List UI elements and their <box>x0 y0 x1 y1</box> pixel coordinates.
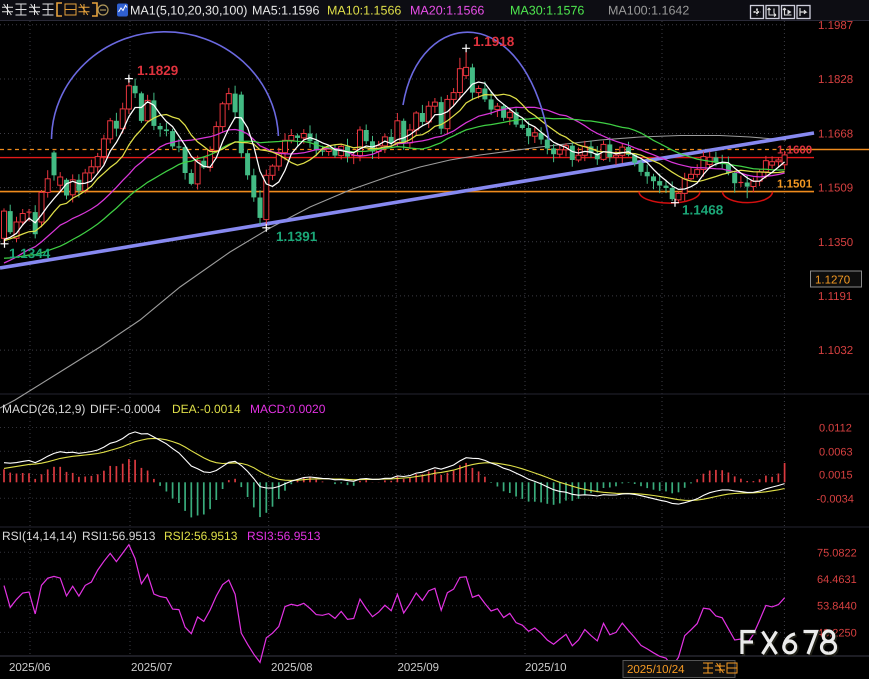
svg-text:75.0822: 75.0822 <box>817 547 857 559</box>
svg-text:MA10:1.1566: MA10:1.1566 <box>327 4 401 18</box>
svg-text:2025/08: 2025/08 <box>271 662 313 674</box>
svg-text:0.0015: 0.0015 <box>819 470 853 482</box>
svg-text:1.1391: 1.1391 <box>276 229 318 244</box>
svg-text:1.1668: 1.1668 <box>818 128 853 140</box>
svg-text:1.1501: 1.1501 <box>777 178 813 190</box>
svg-text:53.8440: 53.8440 <box>817 601 857 613</box>
svg-text:MA5:1.1596: MA5:1.1596 <box>252 4 319 18</box>
svg-text:MA100:1.1642: MA100:1.1642 <box>608 4 689 18</box>
svg-text:RSI2:56.9513: RSI2:56.9513 <box>164 529 238 543</box>
svg-text:MA30:1.1576: MA30:1.1576 <box>510 4 584 18</box>
svg-text:RSI(14,14,14): RSI(14,14,14) <box>2 529 77 543</box>
svg-text:1.1344: 1.1344 <box>9 246 51 261</box>
svg-text:DEA:-0.0014: DEA:-0.0014 <box>172 402 241 416</box>
svg-text:RSI1:56.9513: RSI1:56.9513 <box>82 529 156 543</box>
svg-text:MACD:0.0020: MACD:0.0020 <box>250 402 326 416</box>
svg-text:1.1270: 1.1270 <box>815 275 850 287</box>
svg-text:2025/06: 2025/06 <box>9 662 51 674</box>
svg-text:64.4631: 64.4631 <box>817 574 857 586</box>
svg-text:2025/10: 2025/10 <box>525 662 567 674</box>
svg-text:1.1032: 1.1032 <box>818 345 853 357</box>
svg-text:DIFF:-0.0004: DIFF:-0.0004 <box>90 402 161 416</box>
svg-text:1.1191: 1.1191 <box>818 291 852 303</box>
svg-text:1.1987: 1.1987 <box>818 20 853 32</box>
svg-text:0.0063: 0.0063 <box>819 446 853 458</box>
svg-text:1.1350: 1.1350 <box>818 237 853 249</box>
svg-text:1.1829: 1.1829 <box>137 63 178 78</box>
svg-text:MACD(26,12,9): MACD(26,12,9) <box>2 402 85 416</box>
svg-text:1.1918: 1.1918 <box>473 34 515 49</box>
svg-text:RSI3:56.9513: RSI3:56.9513 <box>247 529 321 543</box>
svg-text:1.1468: 1.1468 <box>682 203 724 218</box>
svg-text:0.0112: 0.0112 <box>819 423 852 435</box>
svg-text:1.1509: 1.1509 <box>818 183 853 195</box>
svg-text:2025/09: 2025/09 <box>398 662 440 674</box>
svg-text:1.1828: 1.1828 <box>818 74 853 86</box>
svg-text:2025/10/24: 2025/10/24 <box>627 664 685 676</box>
svg-text:2025/07: 2025/07 <box>131 662 173 674</box>
svg-text:1.1600: 1.1600 <box>777 145 812 157</box>
svg-text:MA1(5,10,20,30,100): MA1(5,10,20,30,100) <box>130 4 247 18</box>
svg-text:-0.0034: -0.0034 <box>817 493 854 505</box>
svg-text:MA20:1.1566: MA20:1.1566 <box>410 4 484 18</box>
